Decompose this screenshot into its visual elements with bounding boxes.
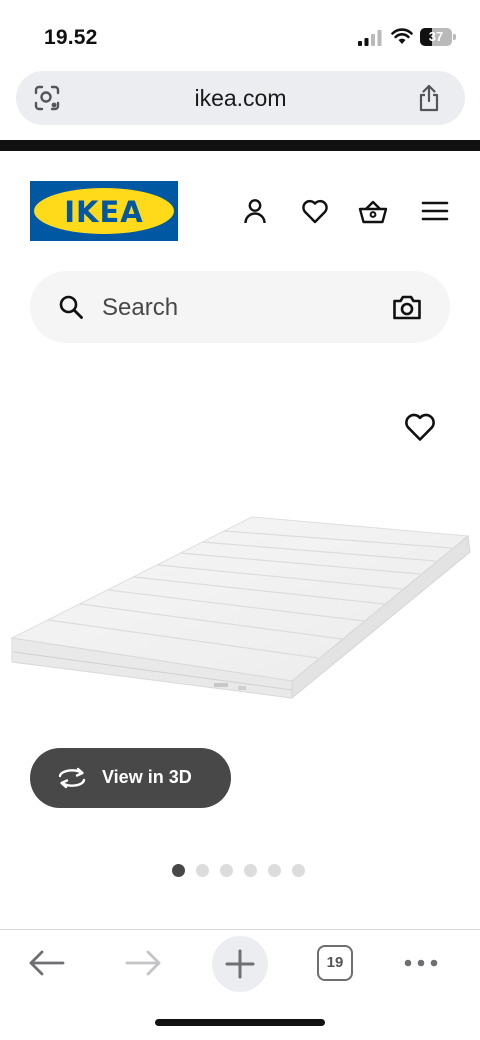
- search-input[interactable]: Search: [30, 271, 450, 343]
- view-in-3d-button[interactable]: View in 3D: [30, 748, 231, 808]
- ikea-logo[interactable]: IKEA: [30, 181, 178, 241]
- status-time: 19.52: [44, 26, 98, 49]
- plus-icon: [225, 949, 255, 979]
- gallery-dot[interactable]: [220, 864, 233, 877]
- rotate-3d-icon: [58, 767, 86, 789]
- shopping-bag-icon[interactable]: [358, 196, 388, 226]
- new-tab-button[interactable]: [212, 936, 268, 992]
- url-text[interactable]: ikea.com: [16, 85, 465, 112]
- menu-icon[interactable]: [420, 196, 450, 226]
- user-icon[interactable]: [240, 196, 270, 226]
- tab-count-button[interactable]: 19: [317, 945, 353, 981]
- mattress-topper-image[interactable]: [0, 500, 480, 710]
- heart-icon[interactable]: [300, 196, 330, 226]
- gallery-dot[interactable]: [292, 864, 305, 877]
- battery-icon: 37: [420, 28, 456, 46]
- toolbar-divider: [0, 929, 480, 930]
- address-bar[interactable]: ikea.com: [16, 71, 465, 125]
- gallery-dot[interactable]: [172, 864, 185, 877]
- page-top-band: [0, 140, 480, 151]
- gallery-dot[interactable]: [196, 864, 209, 877]
- view-in-3d-label: View in 3D: [102, 767, 192, 787]
- signal-icon: [358, 30, 382, 46]
- status-bar: 19.52 37: [0, 0, 480, 70]
- back-icon[interactable]: [28, 948, 66, 978]
- wifi-icon: [391, 28, 413, 44]
- share-icon[interactable]: [416, 83, 442, 113]
- favorite-heart-icon[interactable]: [402, 409, 438, 445]
- battery-level: 37: [428, 29, 444, 44]
- gallery-dot[interactable]: [244, 864, 257, 877]
- logo-text: IKEA: [64, 195, 144, 229]
- home-indicator: [155, 1019, 325, 1026]
- forward-icon[interactable]: [124, 948, 162, 978]
- search-icon: [59, 295, 83, 319]
- gallery-dot[interactable]: [268, 864, 281, 877]
- search-placeholder: Search: [102, 294, 179, 321]
- more-icon[interactable]: [402, 955, 440, 971]
- gallery-pagination[interactable]: [172, 864, 322, 878]
- camera-icon[interactable]: [392, 293, 422, 321]
